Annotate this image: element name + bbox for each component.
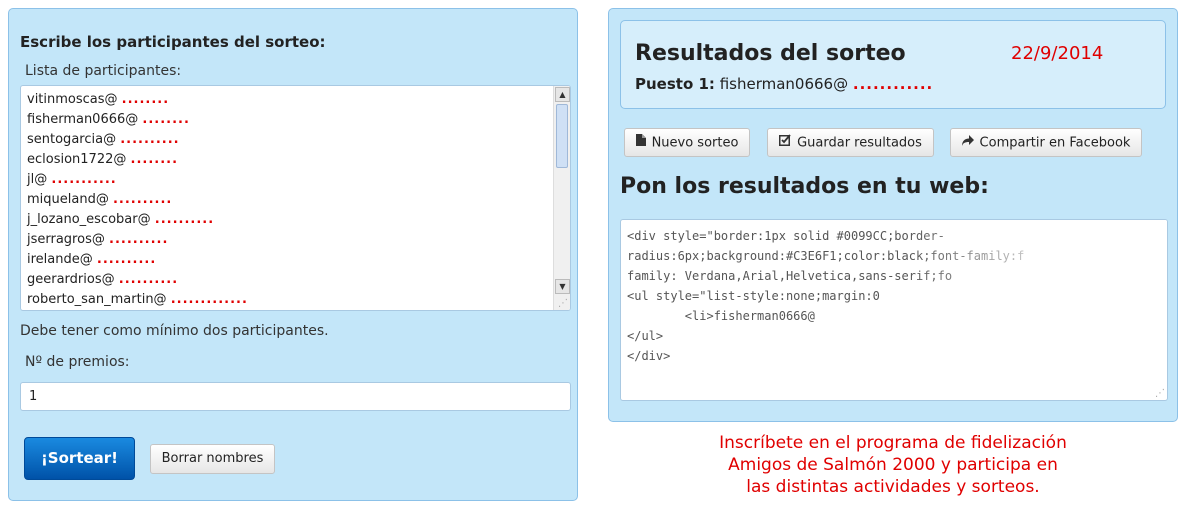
share-facebook-button[interactable]: Compartir en Facebook xyxy=(950,128,1142,157)
participant-name: jl@ xyxy=(27,172,48,187)
scroll-down-icon[interactable]: ▼ xyxy=(555,279,570,294)
results-panel: Resultados del sorteo 22/9/2014 Puesto 1… xyxy=(608,8,1178,422)
participant-row: geerardrios@ .......... xyxy=(27,270,564,290)
participants-list-label: Lista de participantes: xyxy=(25,63,182,79)
promo-line-2: Amigos de Salmón 2000 y participa en xyxy=(728,455,1058,475)
share-facebook-label: Compartir en Facebook xyxy=(979,135,1131,151)
code-fade-overlay xyxy=(907,220,1167,330)
resize-grip-icon[interactable]: ⋰ xyxy=(558,299,568,309)
scroll-up-icon[interactable]: ▲ xyxy=(555,87,570,102)
participant-row: jserragros@ .......... xyxy=(27,230,564,250)
participant-name: j_lozano_escobar@ xyxy=(27,212,151,227)
participant-redacted: ........... xyxy=(51,172,117,187)
participant-name: fisherman0666@ xyxy=(27,112,139,127)
participant-redacted: .......... xyxy=(154,212,215,227)
participants-panel: Escribe los participantes del sorteo: Li… xyxy=(8,8,578,501)
scroll-thumb[interactable] xyxy=(556,104,568,168)
participant-row: fisherman0666@ ........ xyxy=(27,110,564,130)
result-line: Puesto 1: fisherman0666@ ............ xyxy=(635,75,933,93)
new-draw-label: Nuevo sorteo xyxy=(651,135,739,151)
participant-row: irelande@ .......... xyxy=(27,250,564,270)
share-arrow-icon xyxy=(961,129,974,157)
participant-row: j_lozano_escobar@ .......... xyxy=(27,210,564,230)
results-box: Resultados del sorteo 22/9/2014 Puesto 1… xyxy=(620,20,1166,109)
prizes-label: Nº de premios: xyxy=(25,354,130,370)
participants-textarea[interactable]: vitinmoscas@ ........ fisherman0666@ ....… xyxy=(20,85,571,311)
edit-check-icon xyxy=(779,129,791,157)
result-name: fisherman0666@ xyxy=(719,75,849,93)
participant-name: roberto_san_martin@ xyxy=(27,292,167,307)
participant-redacted: ........ xyxy=(130,152,179,167)
result-redacted: ............ xyxy=(852,75,934,93)
participant-name: eclosion1722@ xyxy=(27,152,127,167)
participant-redacted: .......... xyxy=(120,132,180,147)
participant-name: jserragros@ xyxy=(27,232,105,247)
participant-row: miqueland@ .......... xyxy=(27,190,564,210)
participant-redacted: .......... xyxy=(118,272,179,287)
results-date: 22/9/2014 xyxy=(1011,43,1104,64)
embed-heading: Pon los resultados en tu web: xyxy=(620,174,989,199)
participant-row: vitinmoscas@ ........ xyxy=(27,90,564,110)
save-results-label: Guardar resultados xyxy=(797,135,922,151)
participant-row: eclosion1722@ ........ xyxy=(27,150,564,170)
draw-button[interactable]: ¡Sortear! xyxy=(24,437,135,480)
save-results-button[interactable]: Guardar resultados xyxy=(767,128,934,157)
prizes-input[interactable]: 1 xyxy=(20,382,571,411)
participant-name: sentogarcia@ xyxy=(27,132,117,147)
participant-redacted: .......... xyxy=(112,192,173,207)
clear-names-button[interactable]: Borrar nombres xyxy=(150,444,275,474)
embed-code-textarea[interactable]: <div style="border:1px solid #0099CC;bor… xyxy=(620,219,1168,401)
result-rank: Puesto 1: xyxy=(635,75,715,93)
code-resize-grip-icon[interactable]: ⋰ xyxy=(1155,389,1165,399)
participants-scrollbar[interactable]: ▲ ▼ xyxy=(553,86,570,310)
participant-name: geerardrios@ xyxy=(27,272,115,287)
participant-name: vitinmoscas@ xyxy=(27,92,118,107)
code-line: </div> xyxy=(627,349,671,363)
new-draw-button[interactable]: Nuevo sorteo xyxy=(624,128,750,157)
participant-row: jl@ ........... xyxy=(27,170,564,190)
participant-list: vitinmoscas@ ........ fisherman0666@ ....… xyxy=(21,86,570,310)
results-title: Resultados del sorteo xyxy=(635,41,906,66)
participant-redacted: ........ xyxy=(121,92,170,107)
document-icon xyxy=(635,129,646,157)
participant-redacted: ........ xyxy=(142,112,190,127)
participant-name: miqueland@ xyxy=(27,192,109,207)
min-participants-hint: Debe tener como mínimo dos participantes… xyxy=(20,323,329,339)
participant-redacted: .......... xyxy=(109,232,169,247)
promo-line-3: las distintas actividades y sorteos. xyxy=(746,477,1040,497)
promo-line-1: Inscríbete en el programa de fidelizació… xyxy=(719,433,1067,453)
promo-text: Inscríbete en el programa de fidelizació… xyxy=(608,432,1178,498)
participants-heading: Escribe los participantes del sorteo: xyxy=(20,33,326,51)
participant-row: roberto_san_martin@ ............. xyxy=(27,290,564,310)
participant-redacted: .......... xyxy=(96,252,157,267)
participant-redacted: ............. xyxy=(170,292,248,307)
participant-name: irelande@ xyxy=(27,252,93,267)
participant-row: sentogarcia@ .......... xyxy=(27,130,564,150)
